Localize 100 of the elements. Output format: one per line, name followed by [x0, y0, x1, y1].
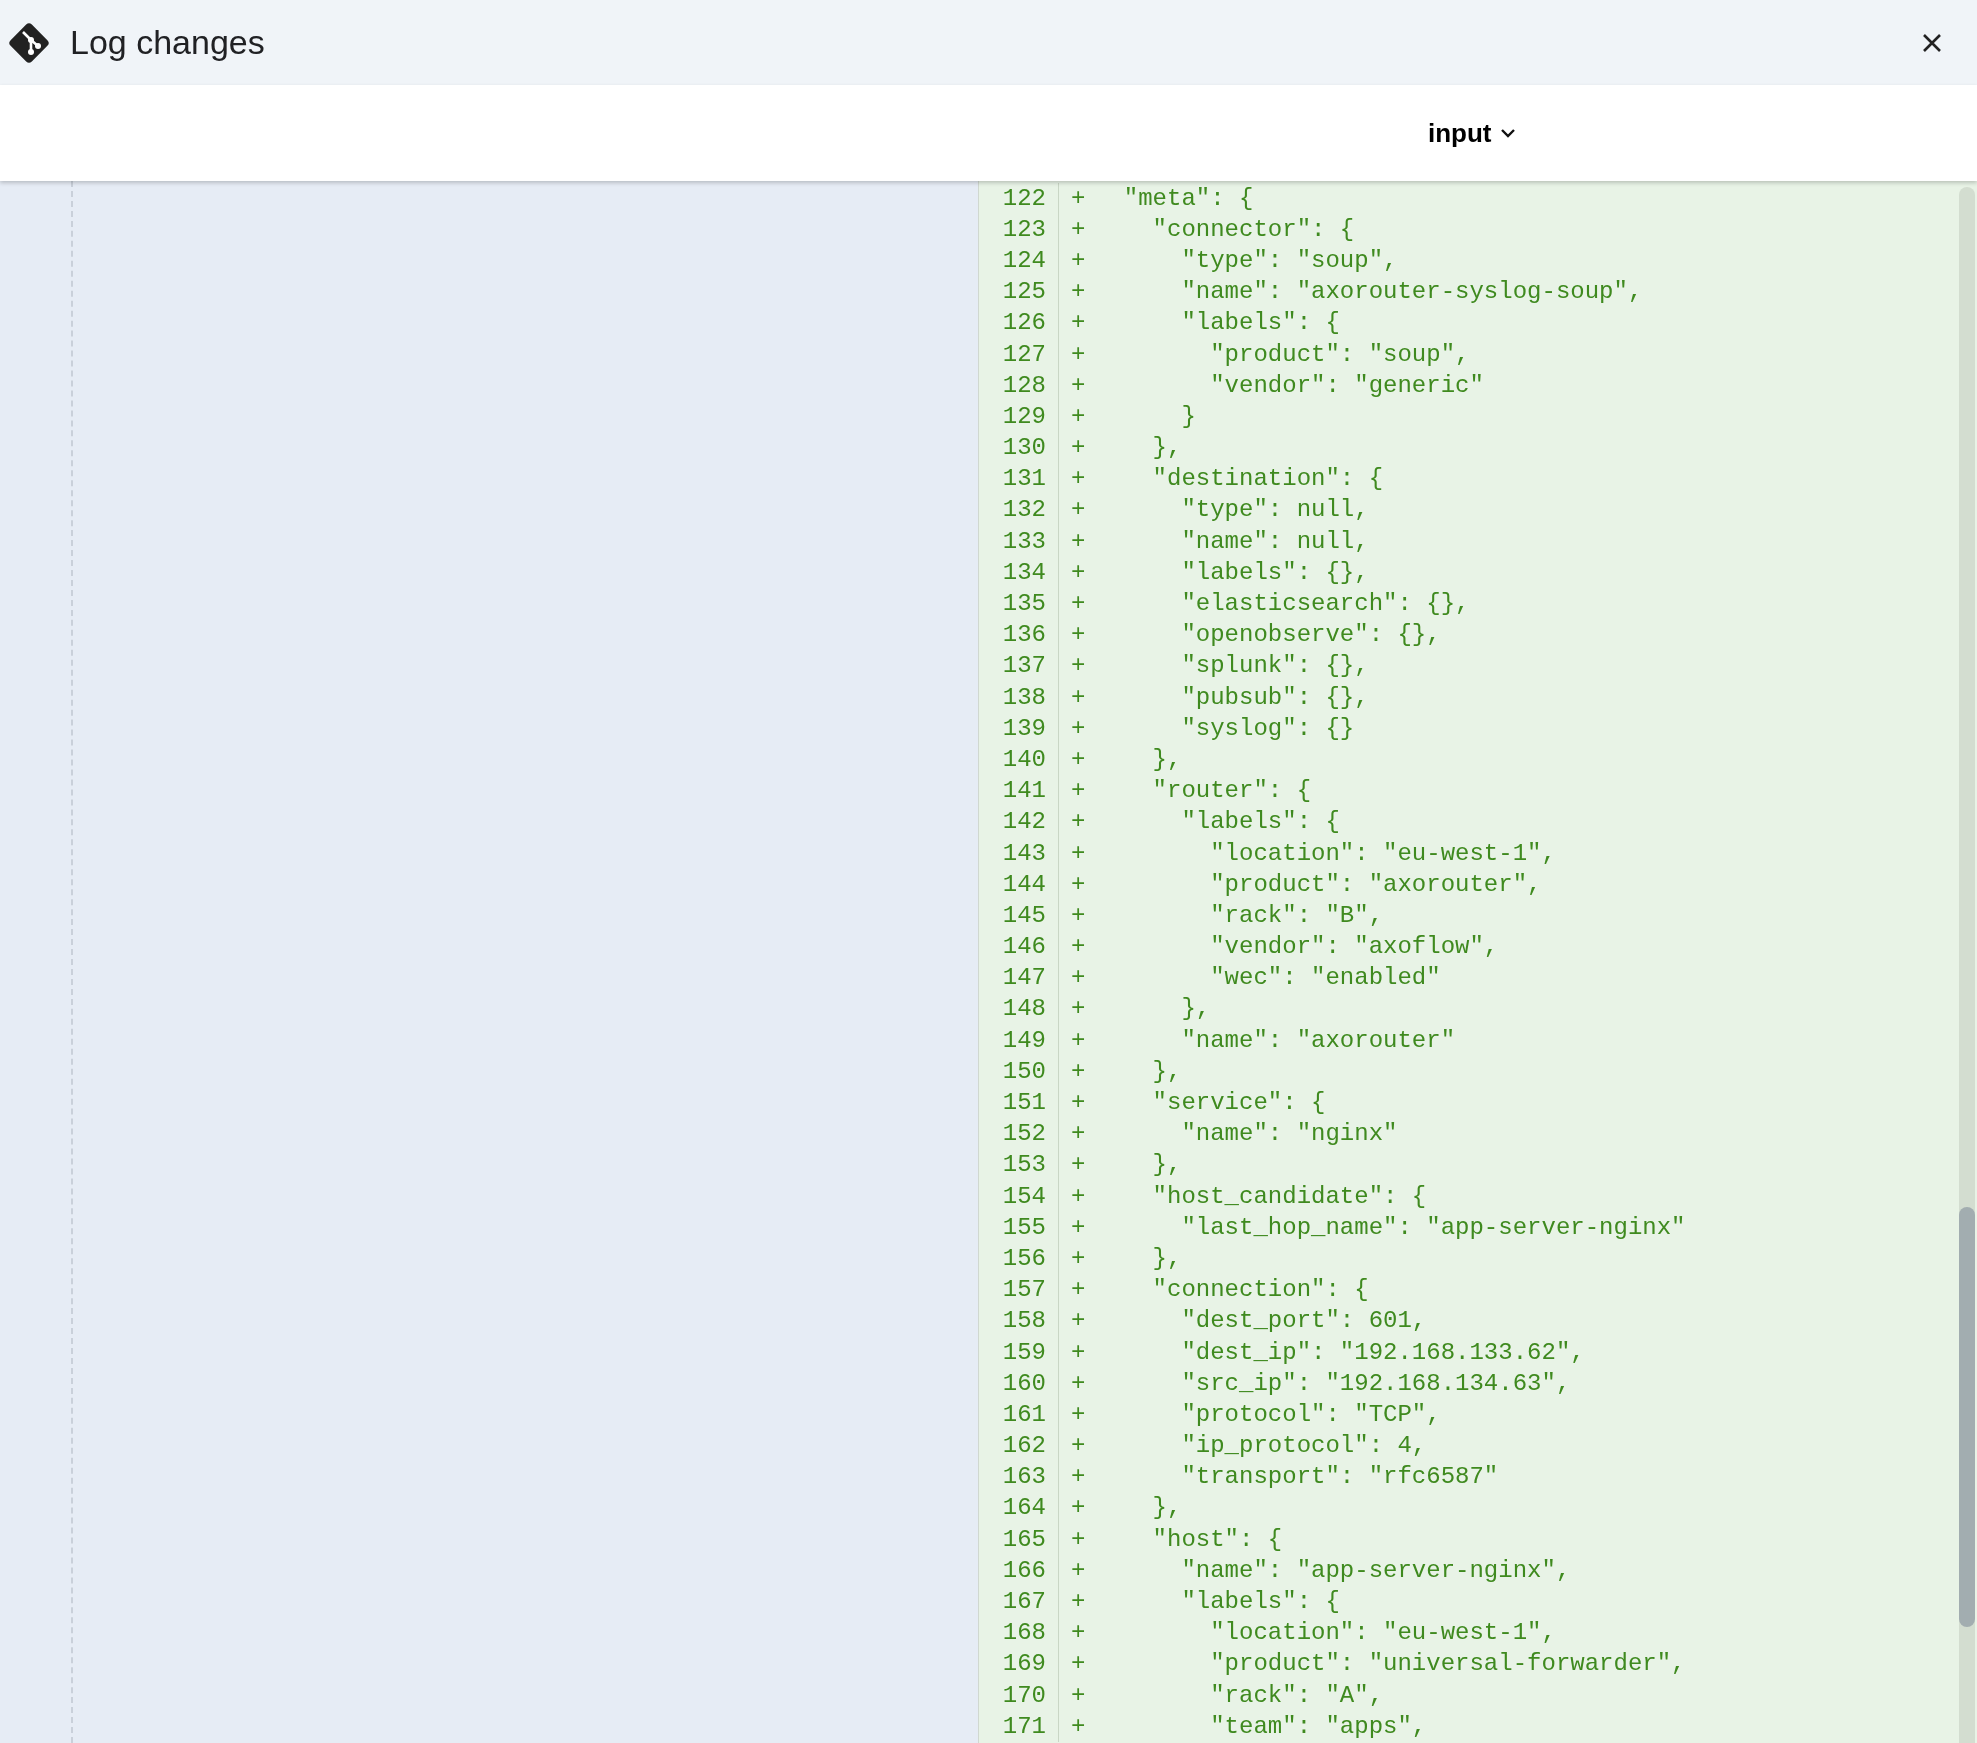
code-line: },: [1151, 744, 1182, 775]
diff-marker: +: [1071, 214, 1087, 245]
diff-marker: +: [1071, 183, 1087, 214]
diff-marker: +: [1071, 526, 1087, 557]
code-line: "name": "nginx": [1180, 1119, 1398, 1150]
diff-marker: +: [1071, 245, 1087, 276]
code-line: "vendor": "generic": [1209, 370, 1484, 401]
code-line: "protocol": "TCP",: [1180, 1399, 1441, 1430]
diff-marker: +: [1071, 1649, 1087, 1680]
code-line: },: [1151, 1243, 1182, 1274]
diff-marker: +: [1071, 869, 1087, 900]
line-number: 163: [979, 1461, 1059, 1493]
diff-marker: +: [1071, 838, 1087, 869]
line-number: 129: [979, 401, 1059, 433]
line-number: 145: [979, 900, 1059, 932]
line-number: 152: [979, 1118, 1059, 1150]
diff-marker: +: [1071, 900, 1087, 931]
code-line: }: [1180, 401, 1196, 432]
code-line: "vendor": "axoflow",: [1209, 932, 1499, 963]
line-number: 126: [979, 307, 1059, 339]
diff-marker: +: [1071, 1368, 1087, 1399]
line-number: 141: [979, 775, 1059, 807]
code-line: "location": "eu-west-1",: [1209, 838, 1556, 869]
chevron-down-icon: [1499, 128, 1516, 138]
code-line: "connection": {: [1151, 1275, 1369, 1306]
code-line: "product": "universal-forwarder",: [1209, 1649, 1686, 1680]
code-line: "wec": "enabled": [1209, 963, 1441, 994]
code-line: "router": {: [1151, 776, 1312, 807]
diff-marker: +: [1071, 1275, 1087, 1306]
code-line: "destination": {: [1151, 464, 1384, 495]
diff-marker: +: [1071, 1150, 1087, 1181]
diff-marker: +: [1071, 932, 1087, 963]
diff-marker: +: [1071, 1212, 1087, 1243]
diff-marker: +: [1071, 682, 1087, 713]
line-number: 161: [979, 1399, 1059, 1431]
diff-marker: +: [1071, 1493, 1087, 1524]
code-line: "name": "app-server-nginx",: [1180, 1555, 1571, 1586]
diff-marker: +: [1071, 1618, 1087, 1649]
code-line: "name": "axorouter": [1180, 1025, 1456, 1056]
code-line: "pubsub": {},: [1180, 682, 1369, 713]
diff-marker: +: [1071, 1680, 1087, 1711]
diff-marker: +: [1071, 776, 1087, 807]
line-number: 162: [979, 1430, 1059, 1462]
code-line: },: [1180, 994, 1211, 1025]
code-line: },: [1151, 1150, 1182, 1181]
code-line: "labels": {},: [1180, 557, 1369, 588]
diff-marker: +: [1071, 1243, 1087, 1274]
code-line: "location": "eu-west-1",: [1209, 1618, 1556, 1649]
diff-marker: +: [1071, 1025, 1087, 1056]
code-line: "product": "soup",: [1209, 339, 1470, 370]
line-number: 136: [979, 619, 1059, 651]
code-line: "type": "soup",: [1180, 245, 1398, 276]
code-line: "name": null,: [1180, 526, 1369, 557]
diff-marker: +: [1071, 1337, 1087, 1368]
diff-marker: +: [1071, 1306, 1087, 1337]
code-line: "connector": {: [1151, 214, 1355, 245]
code-line: "elasticsearch": {},: [1180, 589, 1470, 620]
diff-marker: +: [1071, 1056, 1087, 1087]
line-number: 157: [979, 1274, 1059, 1306]
line-number: 168: [979, 1617, 1059, 1649]
diff-marker: +: [1071, 651, 1087, 682]
code-line: "splunk": {},: [1180, 651, 1369, 682]
line-number: 171: [979, 1711, 1059, 1743]
diff-marker: +: [1071, 713, 1087, 744]
line-number: 167: [979, 1586, 1059, 1618]
code-line: "type": null,: [1180, 495, 1369, 526]
code-line: "host_candidate": {: [1151, 1181, 1427, 1212]
code-line: "rack": "B",: [1209, 900, 1384, 931]
line-number: 124: [979, 245, 1059, 277]
code-line: "src_ip": "192.168.134.63",: [1180, 1368, 1571, 1399]
diff-marker: +: [1071, 1462, 1087, 1493]
diff-marker: +: [1071, 620, 1087, 651]
diff-marker: +: [1071, 994, 1087, 1025]
line-number: 135: [979, 588, 1059, 620]
scrollbar-thumb[interactable]: [1959, 1207, 1975, 1627]
diff-marker: +: [1071, 370, 1087, 401]
diff-marker: +: [1071, 1711, 1087, 1742]
code-line: },: [1151, 1056, 1182, 1087]
diff-marker: +: [1071, 744, 1087, 775]
diff-marker: +: [1071, 277, 1087, 308]
close-icon: [1921, 31, 1943, 54]
diff-marker: +: [1071, 495, 1087, 526]
line-number: 156: [979, 1243, 1059, 1275]
line-number: 147: [979, 962, 1059, 994]
code-line: },: [1151, 1493, 1182, 1524]
code-line: "labels": {: [1180, 308, 1340, 339]
diff-marker: +: [1071, 1524, 1087, 1555]
diff-marker: +: [1071, 1431, 1087, 1462]
line-number: 130: [979, 432, 1059, 464]
diff-marker: +: [1071, 308, 1087, 339]
code-line: "rack": "A",: [1209, 1680, 1384, 1711]
code-line: "team": "apps",: [1209, 1711, 1427, 1742]
code-line: "name": "axorouter-syslog-soup",: [1180, 277, 1643, 308]
diff-marker: +: [1071, 1119, 1087, 1150]
diff-marker: +: [1071, 339, 1087, 370]
diff-marker: +: [1071, 1088, 1087, 1119]
code-line: "transport": "rfc6587": [1180, 1462, 1499, 1493]
view-dropdown[interactable]: input: [1428, 113, 1516, 153]
code-line: "ip_protocol": 4,: [1180, 1431, 1427, 1462]
code-line: "product": "axorouter",: [1209, 869, 1542, 900]
